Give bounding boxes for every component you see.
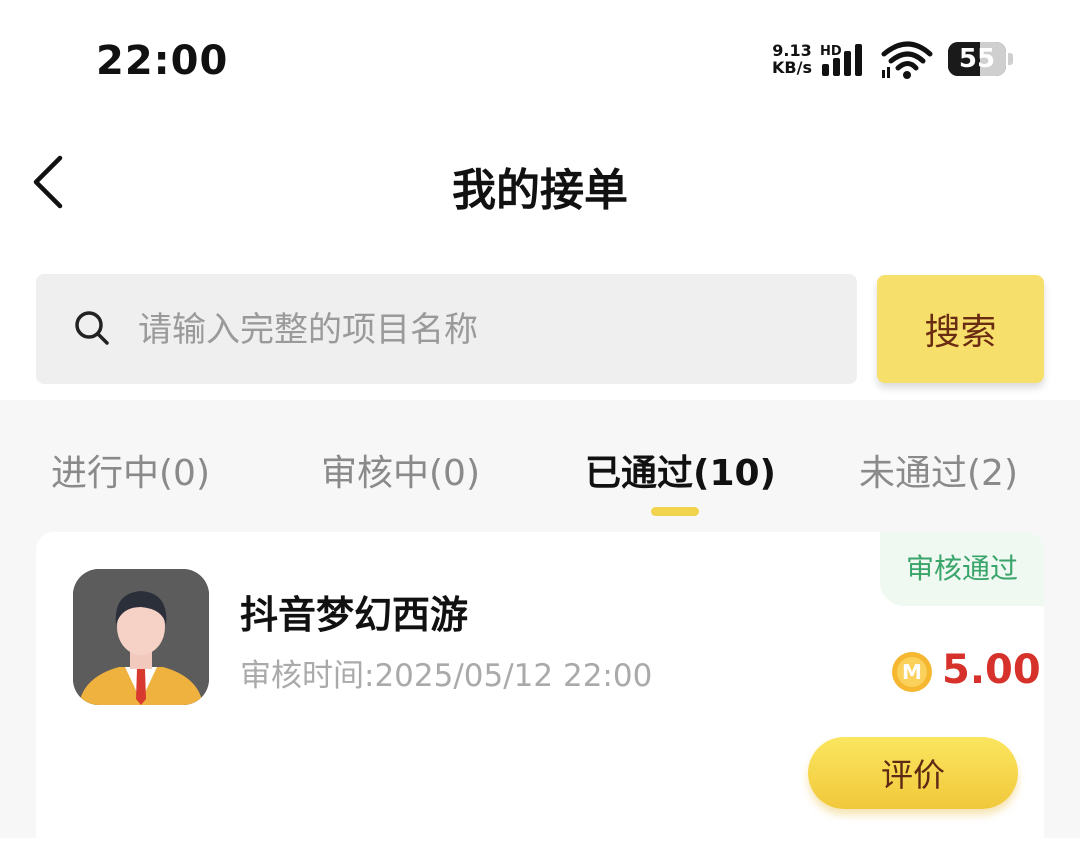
page-title: 我的接单 xyxy=(452,165,628,216)
battery-level: 55 xyxy=(958,44,996,74)
network-speed: 9.13 KB/s xyxy=(768,42,816,76)
tab-in-progress[interactable]: 进行中(0) xyxy=(51,444,210,496)
status-badge: 审核通过 xyxy=(880,532,1044,606)
network-speed-unit: KB/s xyxy=(772,58,812,77)
signal-icon: HD xyxy=(818,42,874,82)
network-type-label: HD xyxy=(820,44,842,59)
coin-letter: M xyxy=(902,660,922,684)
search-button[interactable]: 搜索 xyxy=(877,275,1044,383)
reward-amount: 5.00 xyxy=(942,647,1041,693)
coin-icon: M xyxy=(891,651,933,697)
battery-icon: 55 xyxy=(948,42,1006,76)
search-icon xyxy=(74,310,110,350)
review-time: 审核时间:2025/05/12 22:00 xyxy=(240,658,653,694)
tab-under-review[interactable]: 审核中(0) xyxy=(321,444,480,496)
battery-cap xyxy=(1008,53,1013,65)
network-speed-value: 9.13 xyxy=(772,41,812,60)
wifi-icon xyxy=(880,40,934,84)
status-time: 22:00 xyxy=(96,38,229,84)
review-button[interactable]: 评价 xyxy=(808,737,1018,809)
item-name: 抖音梦幻西游 xyxy=(240,593,469,637)
avatar xyxy=(73,569,209,705)
tab-approved[interactable]: 已通过(10) xyxy=(585,444,776,496)
order-card[interactable]: 审核通过 抖音梦幻西游 审核时间:2025/05/12 22:00 M 5.00… xyxy=(36,532,1044,852)
tab-rejected[interactable]: 未通过(2) xyxy=(859,444,1018,496)
search-bar xyxy=(36,274,857,384)
search-input[interactable] xyxy=(136,299,820,361)
active-tab-indicator xyxy=(651,507,699,516)
status-bar: 22:00 9.13 KB/s HD 55 xyxy=(0,0,1080,120)
person-avatar-icon xyxy=(73,569,209,705)
